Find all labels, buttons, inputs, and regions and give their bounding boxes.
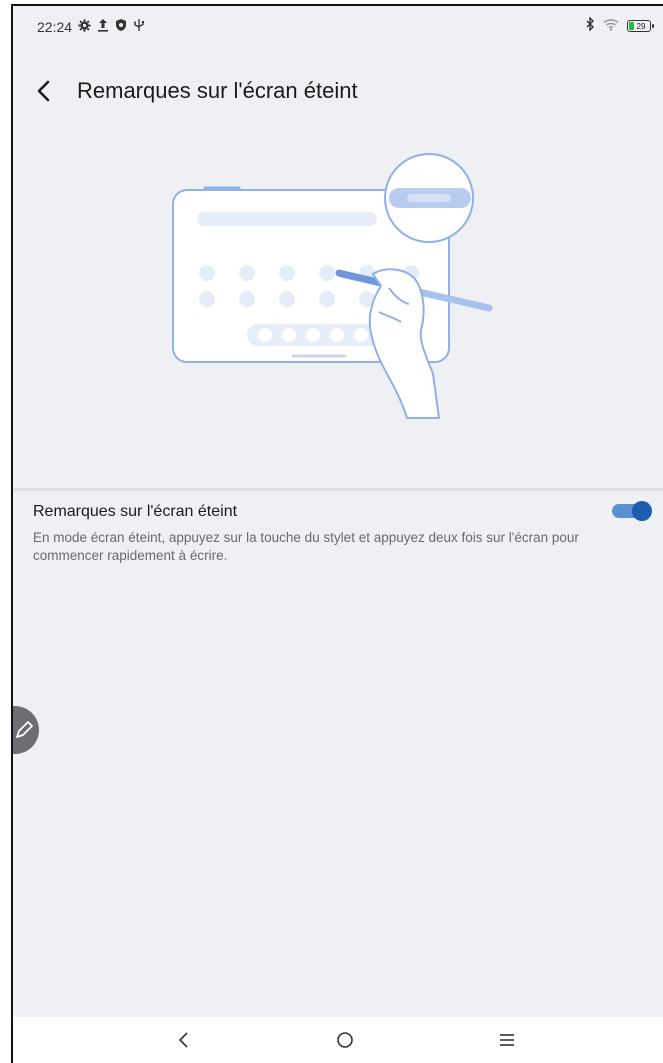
wifi-icon: [603, 18, 619, 34]
settings-gear-icon: [78, 18, 91, 35]
status-left: 22:24: [37, 18, 145, 35]
screen: 22:24 29 Remarques sur l'écran éteint Re…: [11, 4, 663, 1063]
toggle-thumb: [632, 501, 652, 521]
section-divider: [13, 488, 663, 491]
nav-menu-icon: [500, 1034, 514, 1046]
usb-icon: [133, 18, 145, 35]
page-title: Remarques sur l'écran éteint: [77, 78, 358, 103]
header: Remarques sur l'écran éteint: [13, 68, 663, 116]
floating-pen-button[interactable]: [13, 706, 39, 754]
setting-title: Remarques sur l'écran éteint: [33, 503, 238, 520]
battery-level: 29: [636, 21, 646, 31]
bluetooth-icon: [585, 16, 595, 34]
pen-icon: [16, 721, 33, 738]
tablet-stylus-illustration: [163, 146, 493, 426]
upload-icon: [97, 18, 109, 35]
nav-home-button[interactable]: [325, 1025, 365, 1055]
nav-back-icon: [178, 1032, 188, 1048]
setting-row-screen-off-notes[interactable]: Remarques sur l'écran éteint En mode écr…: [33, 501, 653, 565]
battery-icon: 29: [627, 19, 654, 32]
screen-off-notes-toggle[interactable]: [612, 501, 652, 521]
setting-description: En mode écran éteint, appuyez sur la tou…: [33, 530, 579, 563]
nav-back-button[interactable]: [163, 1025, 203, 1055]
chevron-left-icon: [37, 80, 50, 102]
back-button[interactable]: [29, 76, 59, 106]
status-right: 29: [585, 16, 654, 34]
status-bar: 22:24 29: [13, 6, 663, 46]
nav-menu-button[interactable]: [487, 1025, 527, 1055]
shield-icon: [115, 18, 127, 35]
navigation-bar: [13, 1017, 663, 1063]
status-time: 22:24: [37, 18, 73, 35]
nav-home-icon: [337, 1032, 353, 1048]
